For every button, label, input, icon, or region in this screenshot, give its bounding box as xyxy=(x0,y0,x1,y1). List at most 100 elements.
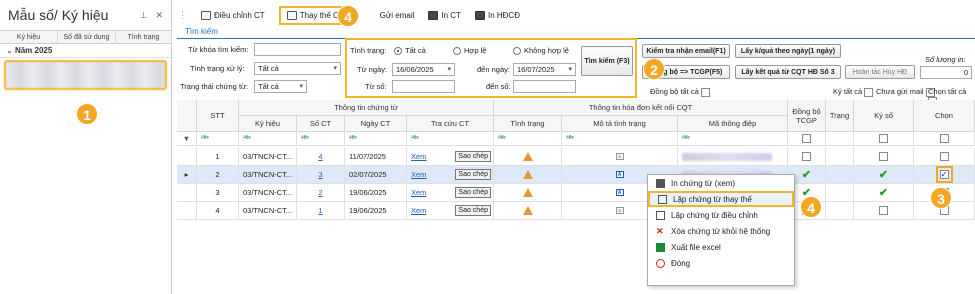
adjust-doc-button[interactable]: Điều chỉnh CT xyxy=(201,10,265,20)
tab-search[interactable]: Tìm kiếm xyxy=(185,27,218,36)
radio-all[interactable]: Tất cả xyxy=(394,46,426,56)
cell-ky-so[interactable] xyxy=(854,148,914,166)
cell-ngay-ct[interactable]: 11/07/2025 xyxy=(345,148,407,166)
row-indicator[interactable] xyxy=(177,202,197,220)
cell-tra-cuu[interactable]: Xem Sao chép xyxy=(407,202,494,220)
cell-chon[interactable] xyxy=(914,148,975,166)
check-email-button[interactable]: Kiểm tra nhận email(F1) xyxy=(642,44,730,58)
col-ky-hieu[interactable]: Ký hiệu xyxy=(239,116,297,132)
view-link[interactable]: Xem xyxy=(411,170,426,179)
cell-so-ct[interactable]: 3 xyxy=(297,166,345,184)
not-sent-checkbox[interactable]: Chưa gửi mail xyxy=(876,87,935,97)
row-so-ct-link[interactable]: 2 xyxy=(318,188,322,197)
filter-cell[interactable]: ᴬᴮᶜ xyxy=(494,132,562,146)
choose-checkbox[interactable] xyxy=(939,152,949,161)
col-so-ct[interactable]: Số CT xyxy=(297,116,345,132)
print-doc-button[interactable]: In CT xyxy=(428,10,461,20)
menu-close[interactable]: Đóng xyxy=(648,255,794,271)
to-no-input[interactable] xyxy=(513,80,576,93)
collapse-icon[interactable]: ⌄ xyxy=(6,46,15,55)
close-icon[interactable]: ✕ xyxy=(155,10,163,21)
view-link[interactable]: Xem xyxy=(411,188,426,197)
view-link[interactable]: Xem xyxy=(411,206,426,215)
cell-stt[interactable]: 3 xyxy=(197,184,239,202)
cell-stt[interactable]: 1 xyxy=(197,148,239,166)
menu-delete[interactable]: ✕ Xóa chứng từ khỏi hệ thống xyxy=(648,223,794,239)
cell-chon[interactable]: ✓ xyxy=(914,166,975,184)
cell-so-ct[interactable]: 1 xyxy=(297,202,345,220)
row-indicator[interactable] xyxy=(177,148,197,166)
cell-stt[interactable]: 4 xyxy=(197,202,239,220)
cell-tinh-trang[interactable] xyxy=(494,148,562,166)
filter-cell[interactable] xyxy=(914,132,975,146)
filter-checkbox[interactable] xyxy=(879,134,888,143)
cell-ky-hieu[interactable]: 03/TNCN-CT... xyxy=(239,148,297,166)
filter-checkbox[interactable] xyxy=(802,134,811,143)
cell-ky-so[interactable]: ✔ xyxy=(854,184,914,202)
col-stt[interactable]: STT xyxy=(197,100,239,132)
filter-cell[interactable]: ᴬᴮᶜ xyxy=(345,132,407,146)
quantity-input[interactable]: 0 xyxy=(920,66,972,79)
send-email-button[interactable]: Gửi email xyxy=(380,11,415,20)
get-result-by-day-button[interactable]: Lấy k/quả theo ngày(1 ngày) xyxy=(735,44,841,58)
cell-dong-bo[interactable] xyxy=(788,148,826,166)
filter-cell[interactable]: ᴬᴮᶜ xyxy=(297,132,345,146)
row-indicator[interactable] xyxy=(177,184,197,202)
col-tinh-trang[interactable]: Tình trạng xyxy=(116,31,172,44)
copy-button[interactable]: Sao chép xyxy=(455,151,491,162)
view-link[interactable]: Xem xyxy=(411,152,426,161)
filter-cell[interactable] xyxy=(788,132,826,146)
cell-trang[interactable] xyxy=(826,184,854,202)
col-mo-ta[interactable]: Mô tả tình trạng xyxy=(562,116,678,132)
cell-tra-cuu[interactable]: Xem Sao chép xyxy=(407,184,494,202)
cell-trang[interactable] xyxy=(826,166,854,184)
filter-cell[interactable] xyxy=(826,132,854,146)
col-tinh-trang[interactable]: Tình trạng xyxy=(494,116,562,132)
cell-ngay-ct[interactable]: 02/07/2025 xyxy=(345,166,407,184)
cell-trang[interactable] xyxy=(826,148,854,166)
pin-icon[interactable]: ⊥ xyxy=(140,10,148,21)
sign-all-checkbox[interactable]: Ký tất cả xyxy=(833,87,874,97)
cell-ky-so[interactable]: ✔ xyxy=(854,166,914,184)
col-dong-bo[interactable]: Đồng bộ TCGP xyxy=(788,100,826,132)
cell-mo-ta[interactable]: a xyxy=(562,148,678,166)
col-ngay-ct[interactable]: Ngày CT xyxy=(345,116,407,132)
search-button[interactable]: Tìm kiếm (F3) xyxy=(581,46,633,76)
menu-export-excel[interactable]: Xuất file excel xyxy=(648,239,794,255)
row-indicator[interactable]: ▸ xyxy=(177,166,197,184)
doc-status-select[interactable]: Tất cả xyxy=(254,80,307,93)
filter-cell[interactable] xyxy=(854,132,914,146)
process-status-select[interactable]: Tất cả xyxy=(254,62,341,75)
cell-tra-cuu[interactable]: Xem Sao chép xyxy=(407,148,494,166)
radio-invalid[interactable]: Không hợp lệ xyxy=(513,46,569,56)
cell-tinh-trang[interactable] xyxy=(494,166,562,184)
cell-ky-hieu[interactable]: 03/TNCN-CT... xyxy=(239,184,297,202)
sync-checkbox[interactable] xyxy=(802,152,811,161)
col-ky-hieu[interactable]: Ký hiệu xyxy=(0,31,58,44)
copy-button[interactable]: Sao chép xyxy=(455,205,491,216)
row-so-ct-link[interactable]: 1 xyxy=(318,206,322,215)
undo-cancel-button[interactable]: Hoàn tác Hủy HĐ xyxy=(845,65,915,79)
col-ma-thong-diep[interactable]: Mã thông điệp xyxy=(678,116,788,132)
cell-tra-cuu[interactable]: Xem Sao chép xyxy=(407,166,494,184)
cell-ngay-ct[interactable]: 19/06/2025 xyxy=(345,184,407,202)
choose-checkbox[interactable]: ✓ xyxy=(935,166,953,183)
col-chon[interactable]: Chọn xyxy=(914,100,975,132)
filter-checkbox[interactable] xyxy=(939,134,949,143)
cell-ky-hieu[interactable]: 03/TNCN-CT... xyxy=(239,166,297,184)
cell-ky-hieu[interactable]: 03/TNCN-CT... xyxy=(239,202,297,220)
template-row-blurred[interactable] xyxy=(4,60,167,90)
cell-ma-thong-diep[interactable] xyxy=(678,148,788,166)
row-so-ct-link[interactable]: 4 xyxy=(318,152,322,161)
row-so-ct-link[interactable]: 3 xyxy=(318,170,322,179)
menu-print-preview[interactable]: In chứng từ (xem) xyxy=(648,175,794,191)
cell-tinh-trang[interactable] xyxy=(494,184,562,202)
cell-trang[interactable] xyxy=(826,202,854,220)
from-date-input[interactable]: 16/06/2025 xyxy=(392,63,455,76)
menu-create-adjustment[interactable]: Lập chứng từ điều chỉnh xyxy=(648,207,794,223)
filter-cell[interactable]: ᴬᴮᶜ xyxy=(562,132,678,146)
sign-checkbox[interactable] xyxy=(879,206,888,215)
menu-create-replacement[interactable]: Lập chứng từ thay thế xyxy=(648,191,794,207)
sync-all-checkbox[interactable]: Đồng bộ tất cả xyxy=(650,87,710,97)
filter-cell[interactable]: ᴬᴮᶜ xyxy=(239,132,297,146)
